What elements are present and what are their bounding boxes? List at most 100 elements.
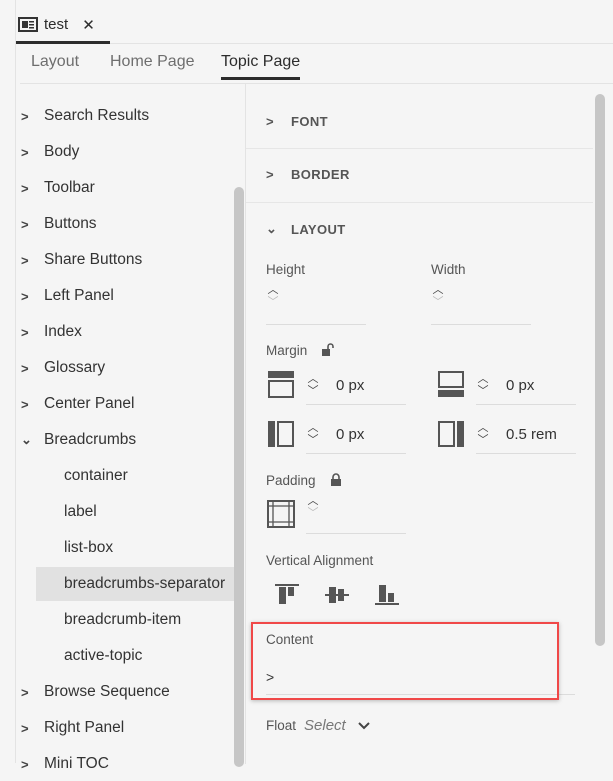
highlight-box [251, 622, 559, 700]
chevron-right-icon: > [21, 216, 29, 232]
align-middle-icon[interactable] [325, 584, 349, 606]
margin-top-icon [268, 371, 294, 398]
tree-item-label: list-box [64, 539, 114, 556]
chevron-right-icon: > [21, 324, 29, 340]
section-layout[interactable]: ⌄ LAYOUT [266, 221, 346, 237]
margin-top-stepper[interactable]: ︿ ﹀ [306, 373, 320, 397]
section-border[interactable]: > BORDER [266, 167, 350, 182]
chevron-right-icon: > [21, 180, 29, 196]
tree-item[interactable]: > Body [20, 135, 79, 169]
tree-child-item[interactable]: breadcrumbs-separator [36, 567, 234, 601]
chevron-right-icon: > [266, 167, 274, 182]
tree-item-label: Left Panel [44, 287, 114, 304]
margin-right-value: 0.5 rem [506, 425, 557, 443]
lock-icon[interactable] [330, 473, 342, 487]
panel-divider [245, 84, 246, 764]
tree-item-label: Glossary [44, 359, 106, 376]
window-border [15, 0, 16, 763]
chevron-right-icon: > [21, 756, 29, 772]
document-tab[interactable]: test ✕ [16, 8, 110, 44]
margin-label: Margin [266, 343, 308, 358]
tree-item[interactable]: > Mini TOC [20, 747, 109, 781]
chevron-down-icon [358, 721, 370, 729]
chevron-down-icon: ⌄ [21, 432, 32, 447]
tree-item[interactable]: > Center Panel [20, 387, 134, 421]
padding-label: Padding [266, 473, 316, 488]
tree-item[interactable]: ⌄ Breadcrumbs [20, 423, 136, 457]
tree-child-item[interactable]: container [36, 459, 234, 493]
width-stepper[interactable]: ︿ ﹀ [431, 284, 445, 308]
close-icon[interactable]: ✕ [82, 16, 95, 34]
tree-item[interactable]: > Buttons [20, 207, 97, 241]
padding-input[interactable]: ︿ ﹀ [306, 495, 406, 534]
tree-item[interactable]: > Browse Sequence [20, 675, 170, 709]
unlock-icon[interactable] [321, 343, 335, 357]
tree-child-item[interactable]: label [36, 495, 234, 529]
tree-item-label: Mini TOC [44, 755, 109, 772]
chevron-right-icon: > [21, 108, 29, 124]
chevron-down-icon: ⌄ [266, 221, 278, 236]
chevron-right-icon: > [21, 144, 29, 160]
chevron-right-icon: > [21, 684, 29, 700]
tree-item-label: active-topic [64, 647, 143, 664]
align-bottom-icon[interactable] [375, 584, 399, 606]
padding-stepper[interactable]: ︿ ﹀ [306, 495, 320, 519]
align-top-icon[interactable] [275, 584, 299, 606]
tree-item-label: Breadcrumbs [44, 431, 137, 448]
width-input[interactable]: ︿ ﹀ [431, 284, 531, 325]
tree-item[interactable]: > Search Results [20, 99, 149, 133]
tree-item[interactable]: > Left Panel [20, 279, 114, 313]
margin-left-input[interactable]: ︿ ﹀ 0 px [306, 415, 406, 454]
section-layout-label: LAYOUT [291, 221, 346, 237]
tree-item-label: Index [44, 323, 82, 340]
tree-item-label: Buttons [44, 215, 97, 232]
chevron-right-icon: > [266, 114, 274, 129]
tab-topic-page[interactable]: Topic Page [221, 53, 301, 80]
tree-scrollbar[interactable] [234, 187, 244, 767]
tree-child-item[interactable]: active-topic [36, 639, 234, 673]
chevron-right-icon: > [21, 720, 29, 736]
tree-child-item[interactable]: list-box [36, 531, 234, 565]
tree-item[interactable]: > Share Buttons [20, 243, 142, 277]
tree-item-label: Toolbar [44, 179, 95, 196]
divider [246, 202, 593, 203]
tree-item-label: Body [44, 143, 80, 160]
tree-item[interactable]: > Toolbar [20, 171, 95, 205]
divider [246, 148, 593, 149]
height-stepper[interactable]: ︿ ﹀ [266, 284, 280, 308]
tree-item-label: label [64, 503, 97, 520]
chevron-right-icon: > [21, 252, 29, 268]
tab-strip-divider [110, 43, 613, 44]
tree-item-label: Browse Sequence [44, 683, 170, 700]
margin-right-stepper[interactable]: ︿ ﹀ [476, 422, 490, 446]
document-tab-title: test [44, 16, 69, 33]
margin-left-stepper[interactable]: ︿ ﹀ [306, 422, 320, 446]
tree-item-label: Share Buttons [44, 251, 143, 268]
margin-bottom-stepper[interactable]: ︿ ﹀ [476, 373, 490, 397]
section-font-label: FONT [291, 114, 328, 129]
section-font[interactable]: > FONT [266, 114, 328, 129]
tree-item-label: Right Panel [44, 719, 125, 736]
tree-item[interactable]: > Index [20, 315, 82, 349]
tab-layout[interactable]: Layout [31, 53, 79, 71]
chevron-right-icon: > [21, 396, 29, 412]
tree-child-item[interactable]: breadcrumb-item [36, 603, 234, 637]
margin-top-input[interactable]: ︿ ﹀ 0 px [306, 366, 406, 405]
tree-item-label: breadcrumb-item [64, 611, 182, 628]
tree-item[interactable]: > Glossary [20, 351, 105, 385]
height-label: Height [266, 262, 306, 277]
float-value: Select [304, 717, 346, 734]
tree-item-label: container [64, 467, 128, 484]
tree-item[interactable]: > Right Panel [20, 711, 124, 745]
document-icon [18, 17, 38, 32]
margin-right-input[interactable]: ︿ ﹀ 0.5 rem [476, 415, 576, 454]
margin-bottom-input[interactable]: ︿ ﹀ 0 px [476, 366, 576, 405]
float-select[interactable]: Float Select [266, 717, 370, 734]
tab-home-page[interactable]: Home Page [110, 53, 195, 71]
properties-scrollbar[interactable] [595, 94, 605, 646]
padding-icon [267, 500, 295, 528]
tree-item-label: Center Panel [44, 395, 135, 412]
height-input[interactable]: ︿ ﹀ [266, 284, 366, 325]
tree-item-label: breadcrumbs-separator [64, 575, 226, 592]
tree-item-label: Search Results [44, 107, 150, 124]
